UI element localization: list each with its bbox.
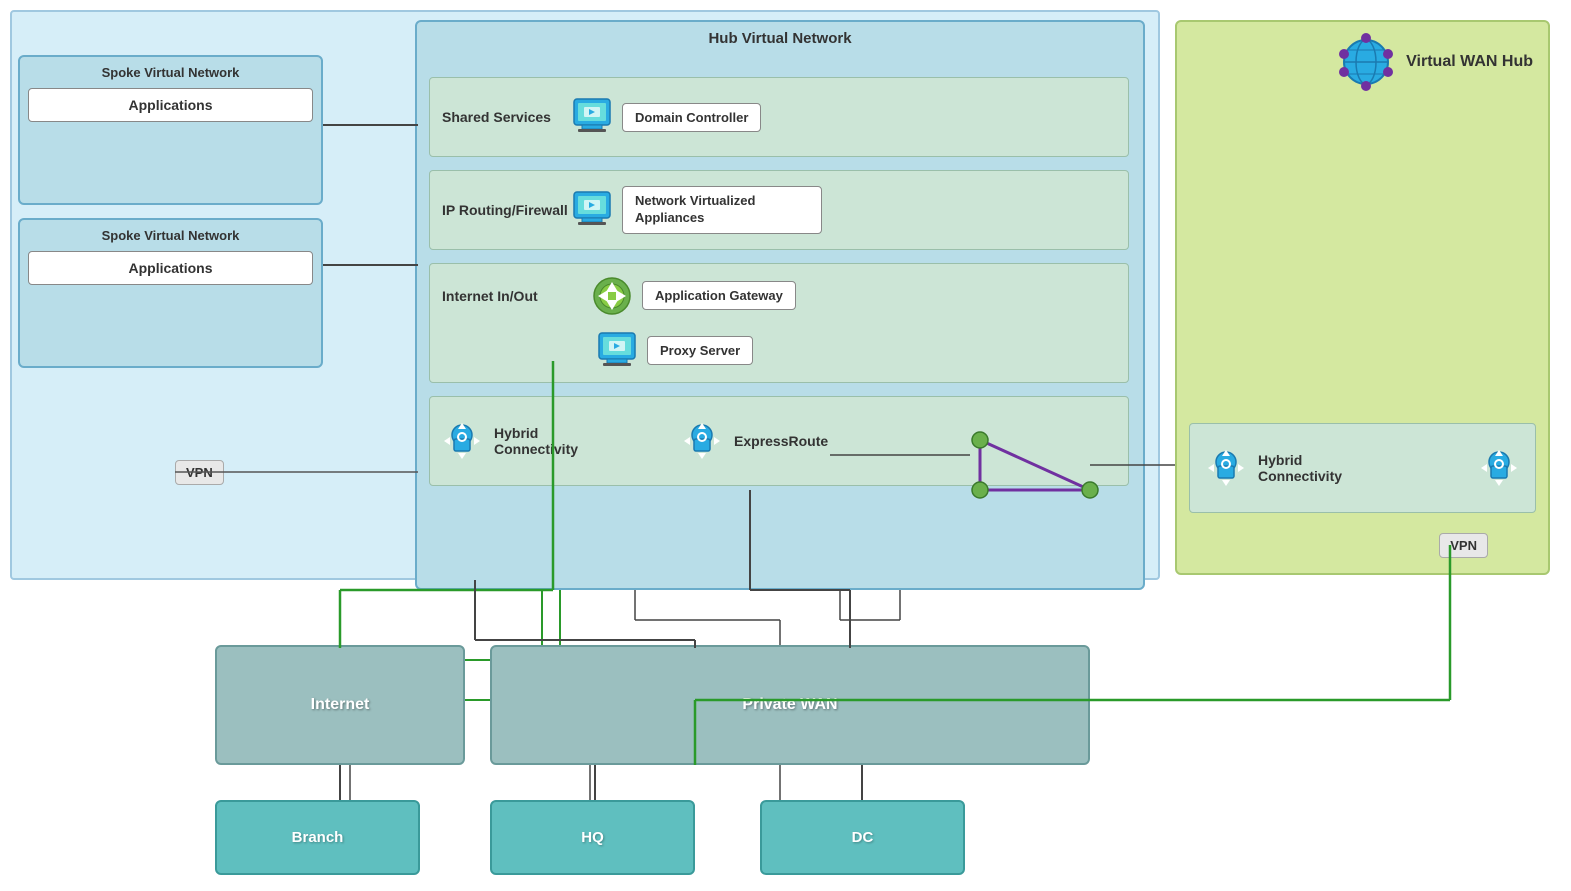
spoke-vnet-1-app: Applications [28,88,313,122]
hybrid-icon-left [438,417,486,465]
diagram-container: VPN [0,0,1571,891]
branch-box: Branch [215,800,420,875]
hub-row-routing: IP Routing/Firewall Network Virtualized … [429,170,1129,250]
proxy-box: Proxy Server [647,336,753,365]
monitor-icon-proxy [595,329,639,373]
hub-row-internet: Internet In/Out Application Gateway [429,263,1129,383]
hybrid-connectivity-hub-label: Hybrid [494,425,578,441]
expressroute-label: ExpressRoute [734,433,828,449]
wan-hub-globe-icon [1336,32,1396,92]
hub-vnet-label: Hub Virtual Network [417,22,1143,55]
vpn-label-left: VPN [175,460,224,485]
internet-inout-label: Internet In/Out [430,288,590,304]
private-wan-box: Private WAN [490,645,1090,765]
wan-hybrid-icon-2 [1475,444,1523,492]
hub-vnet: Hub Virtual Network Shared Services Doma… [415,20,1145,590]
nva-box: Network Virtualized Appliances [622,186,822,234]
vpn-label-wan: VPN [1439,533,1488,558]
spoke-vnet-1-label: Spoke Virtual Network [28,65,313,80]
wan-hub-label: Virtual WAN Hub [1406,53,1533,71]
domain-controller-box: Domain Controller [622,103,761,132]
appgw-box: Application Gateway [642,281,796,310]
hub-row-shared: Shared Services Domain Controller [429,77,1129,157]
monitor-icon-routing [570,188,614,232]
spoke-vnet-2-app: Applications [28,251,313,285]
hybrid-icon-expressroute [678,417,726,465]
wan-hub: Virtual WAN Hub Hybrid Connectivity [1175,20,1550,575]
appgw-icon [590,274,634,318]
wan-hub-hybrid-row: Hybrid Connectivity [1189,423,1536,513]
wan-hybrid-icon-1 [1202,444,1250,492]
dc-box: DC [760,800,965,875]
ip-routing-label: IP Routing/Firewall [430,202,570,218]
monitor-icon-shared [570,95,614,139]
hub-row-hybrid: Hybrid Connectivity ExpressRoute [429,396,1129,486]
hq-box: HQ [490,800,695,875]
internet-box: Internet [215,645,465,765]
spoke-vnet-2-label: Spoke Virtual Network [28,228,313,243]
shared-services-label: Shared Services [430,109,570,125]
spoke-vnet-2: Spoke Virtual Network Applications [18,218,323,368]
spoke-vnet-1: Spoke Virtual Network Applications [18,55,323,205]
